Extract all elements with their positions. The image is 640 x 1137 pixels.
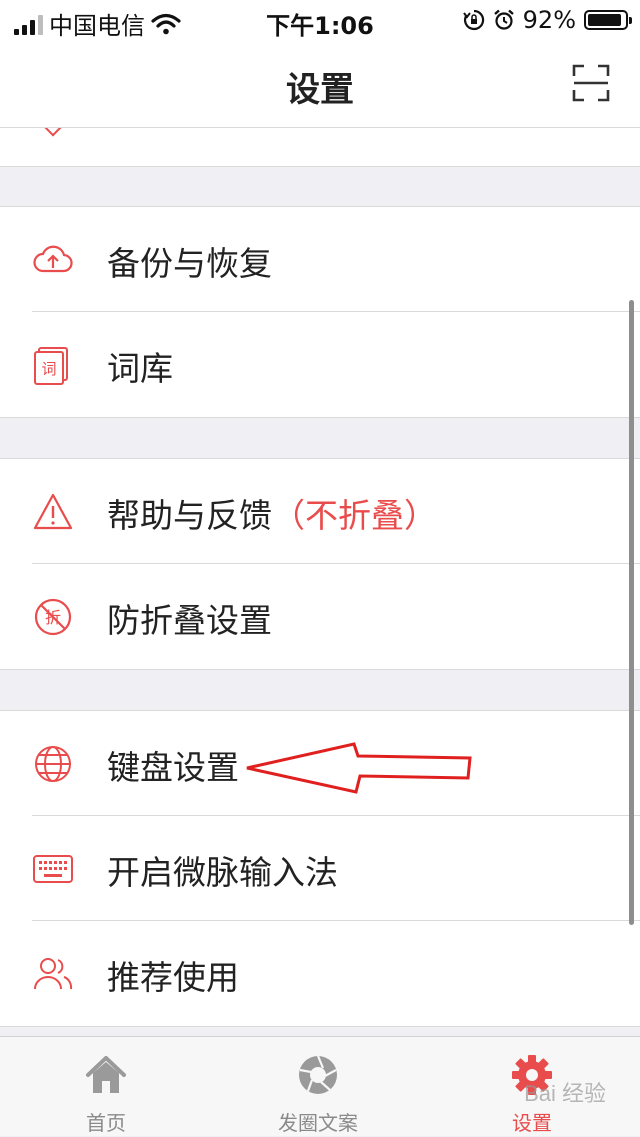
aperture-icon <box>299 1055 337 1094</box>
tab-home[interactable]: 首页 <box>26 1037 186 1137</box>
enable-ime-item[interactable]: 开启微脉输入法 <box>0 816 640 921</box>
backup-restore-item[interactable]: 备份与恢复 <box>0 207 640 312</box>
users-icon <box>34 958 73 990</box>
item-label: 键盘设置 <box>107 748 239 787</box>
item-label: 帮助与反馈（不折叠） <box>107 489 437 537</box>
tab-label: 设置 <box>512 1111 552 1135</box>
item-label: 防折叠设置 <box>107 601 272 640</box>
cloud-upload-icon <box>33 245 73 273</box>
battery-percent: 92% <box>522 6 576 34</box>
item-label: 词库 <box>107 349 173 388</box>
scan-icon[interactable] <box>572 64 610 102</box>
tab-label: 首页 <box>86 1111 126 1135</box>
no-fold-note: （不折叠） <box>272 496 437 535</box>
svg-text:折: 折 <box>45 608 61 627</box>
battery-icon <box>584 10 632 30</box>
help-feedback-item[interactable]: 帮助与反馈（不折叠） <box>0 459 640 564</box>
item-label: 推荐使用 <box>107 958 239 997</box>
warning-icon <box>33 493 73 530</box>
scrollbar[interactable] <box>629 300 634 925</box>
status-right: 92% <box>462 6 632 34</box>
anti-fold-icon: 折 <box>34 598 72 636</box>
tab-label: 发圈文案 <box>278 1111 358 1135</box>
status-bar: 中国电信 下午1:06 92% <box>0 0 640 40</box>
item-label: 开启微脉输入法 <box>107 853 338 892</box>
home-icon <box>86 1056 126 1093</box>
tab-circle-copy[interactable]: 发圈文案 <box>238 1037 398 1137</box>
partial-icon <box>44 128 62 137</box>
item-label: 备份与恢复 <box>107 244 272 283</box>
keyboard-icon <box>33 855 73 883</box>
annotation-arrow <box>246 742 472 794</box>
settings-group-1: 备份与恢复 词 词库 <box>0 206 640 418</box>
settings-list[interactable]: 备份与恢复 词 词库 帮助与反馈（不折叠） 折 防折叠设置 键盘设置 开启微脉输… <box>0 128 640 1036</box>
recommend-item[interactable]: 推荐使用 <box>0 921 640 1026</box>
settings-group-2: 帮助与反馈（不折叠） 折 防折叠设置 <box>0 458 640 670</box>
help-feedback-text: 帮助与反馈 <box>107 496 272 535</box>
svg-text:词: 词 <box>41 360 56 378</box>
page-title: 设置 <box>286 70 354 110</box>
alarm-icon <box>493 9 514 30</box>
rotation-lock-icon <box>462 9 484 31</box>
watermark: Bai 经验 <box>524 1081 606 1106</box>
globe-icon <box>35 746 71 782</box>
dictionary-icon: 词 <box>34 347 68 385</box>
partial-list-item[interactable] <box>0 128 640 167</box>
navigation-bar: 设置 <box>0 40 640 128</box>
dictionary-item[interactable]: 词 词库 <box>0 312 640 417</box>
anti-fold-item[interactable]: 折 防折叠设置 <box>0 564 640 669</box>
